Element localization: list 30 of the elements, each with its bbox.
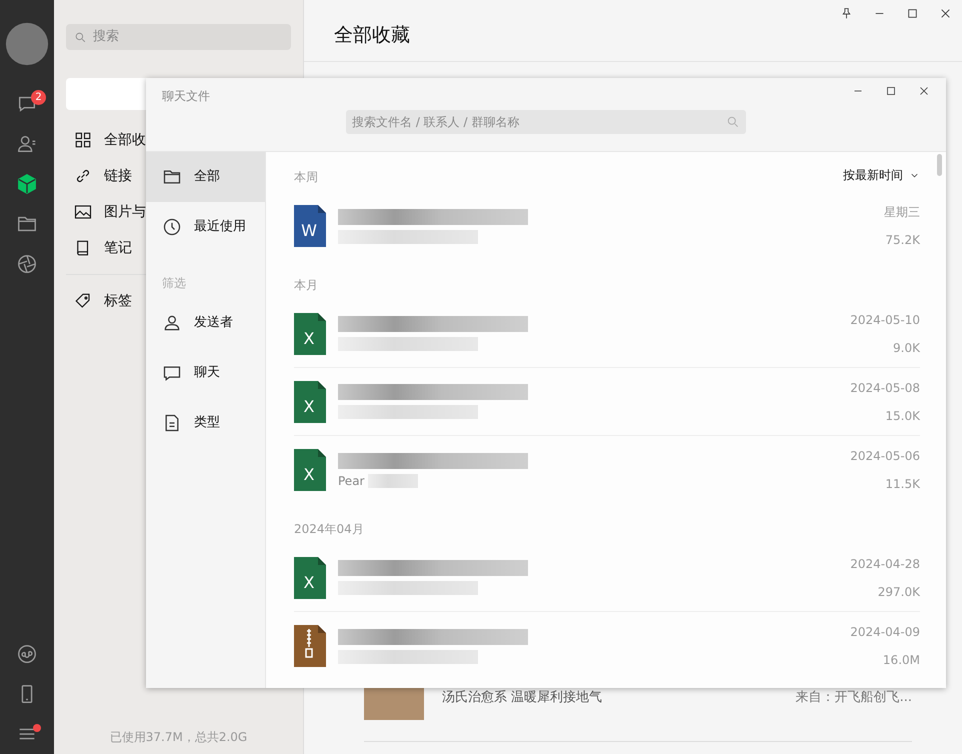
- storage-usage-text: 已使用37.7M，总共2.0G: [108, 729, 248, 746]
- file-size: 297.0K: [876, 584, 920, 600]
- excel-file-icon: X: [294, 380, 326, 422]
- file-size: 75.2K: [884, 232, 920, 249]
- group-heading: 本周: [294, 169, 318, 186]
- file-date: 2024-05-10: [850, 312, 920, 328]
- file-date: 2024-04-28: [850, 556, 920, 572]
- excel-file-icon: X: [294, 312, 326, 354]
- unread-badge: 2: [31, 90, 46, 105]
- section-heading: 筛选: [161, 275, 187, 292]
- dialog-title: 聊天文件: [162, 88, 210, 105]
- sender-name: Pear: [338, 472, 364, 490]
- file-size: 11.5K: [884, 476, 920, 493]
- page-title: 全部收藏: [334, 24, 410, 47]
- favorite-source: 来自：开飞船创飞...: [796, 689, 912, 707]
- file-date: 星期三: [884, 204, 920, 221]
- favorite-title: 汤氏治愈系 温暖犀利接地气: [442, 689, 602, 707]
- group-heading: 本月: [294, 277, 318, 294]
- file-size: 16.0M: [882, 652, 920, 669]
- word-file-icon: W: [294, 205, 326, 247]
- excel-file-icon: X: [294, 449, 326, 491]
- file-date: 2024-05-06: [850, 448, 920, 465]
- file-date: 2024-05-08: [850, 380, 920, 396]
- group-heading: 2024年04月: [294, 521, 364, 538]
- file-size: 9.0K: [892, 340, 920, 356]
- file-size: 15.0K: [884, 408, 920, 424]
- file-date: 2024-04-09: [850, 624, 920, 641]
- excel-file-icon: X: [294, 556, 326, 598]
- search-placeholder: 搜索文件名 / 联系人 / 群聊名称: [352, 114, 520, 131]
- search-placeholder: 搜索: [93, 28, 119, 46]
